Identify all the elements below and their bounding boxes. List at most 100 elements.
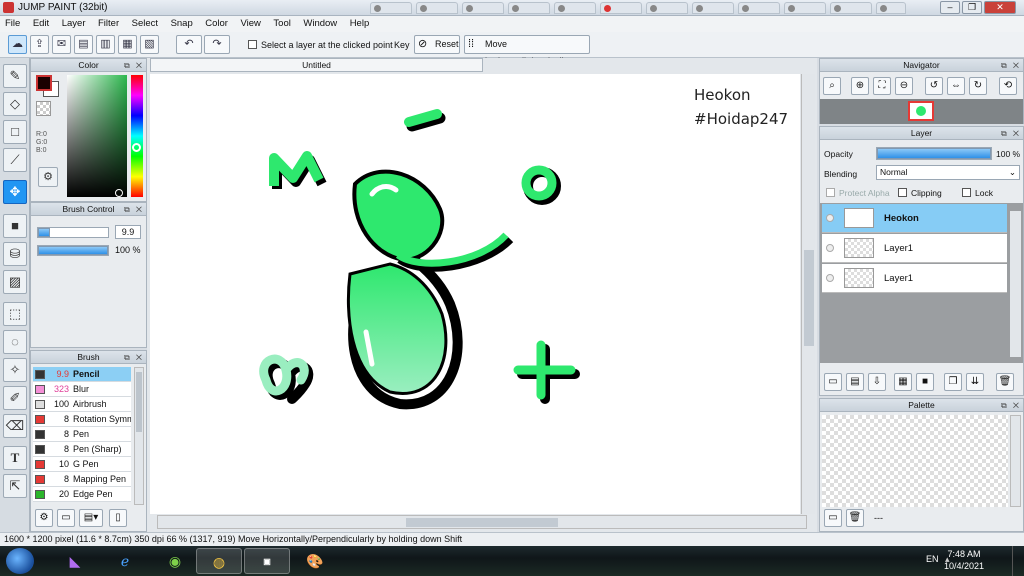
- eraser-tool-icon[interactable]: ◇: [3, 92, 27, 116]
- select-layer-option[interactable]: Select a layer at the clicked point: [248, 40, 393, 50]
- protect-alpha-option[interactable]: Protect Alpha: [826, 188, 890, 198]
- magic-wand-tool-icon[interactable]: ✧: [3, 358, 27, 382]
- menu-help[interactable]: Help: [345, 16, 375, 29]
- menu-window[interactable]: Window: [298, 16, 342, 29]
- background-tab[interactable]: [416, 2, 458, 14]
- message-icon[interactable]: ▤: [74, 35, 93, 54]
- layer-row[interactable]: Heokon: [822, 204, 1007, 233]
- menu-edit[interactable]: Edit: [28, 16, 54, 29]
- navigator-preview[interactable]: [820, 99, 1023, 124]
- menu-snap[interactable]: Snap: [166, 16, 198, 29]
- primary-color-swatch[interactable]: [36, 75, 52, 91]
- gradient-tool-icon[interactable]: ▨: [3, 270, 27, 294]
- zoom-icon[interactable]: ⌕: [823, 77, 841, 95]
- drawing-canvas[interactable]: Heokon #Hoidap247: [150, 74, 800, 514]
- document-icon[interactable]: ▥: [96, 35, 115, 54]
- brush-size-value[interactable]: 9.9: [115, 225, 141, 239]
- color-cursor[interactable]: [115, 189, 123, 197]
- brush-item[interactable]: 8 Pen (Sharp): [33, 442, 131, 457]
- menu-file[interactable]: File: [0, 16, 25, 29]
- tone-layer-icon[interactable]: ▦: [894, 373, 912, 391]
- rectangle-tool-icon[interactable]: □: [3, 120, 27, 144]
- brush-item[interactable]: 8 Pen: [33, 427, 131, 442]
- zoom-in-icon[interactable]: ⊕: [851, 77, 869, 95]
- operation-tool-icon[interactable]: ⇱: [3, 474, 27, 498]
- brush-opacity-slider[interactable]: [37, 245, 109, 256]
- paint-palette-icon[interactable]: 🎨: [292, 548, 338, 574]
- brush-settings-icon[interactable]: ⚙: [35, 509, 53, 527]
- visual-studio-icon[interactable]: ◣: [52, 548, 98, 574]
- brush-item[interactable]: 9.9 Pencil: [33, 367, 131, 382]
- background-tab[interactable]: [830, 2, 872, 14]
- menu-layer[interactable]: Layer: [57, 16, 91, 29]
- menu-filter[interactable]: Filter: [93, 16, 124, 29]
- brush-menu-icon[interactable]: ▤▾: [79, 509, 103, 527]
- panel-controls-icon[interactable]: ⧉ ✕: [124, 60, 144, 72]
- background-tab[interactable]: [554, 2, 596, 14]
- move-toggle-button[interactable]: ⁞⁞Move horizontally/vertically: [464, 35, 590, 66]
- zoom-out-icon[interactable]: ⊖: [895, 77, 913, 95]
- panel-controls-icon[interactable]: ⧉ ✕: [124, 204, 144, 216]
- flip-icon[interactable]: ⇔: [947, 77, 965, 95]
- clipping-checkbox[interactable]: [898, 188, 907, 197]
- select-pen-tool-icon[interactable]: ✐: [3, 386, 27, 410]
- horizontal-scrollbar-thumb[interactable]: [406, 518, 558, 527]
- visibility-icon[interactable]: [826, 274, 834, 282]
- background-tab[interactable]: [692, 2, 734, 14]
- brush-size-slider[interactable]: [37, 227, 109, 238]
- fill-rect-tool-icon[interactable]: ■: [3, 214, 27, 238]
- brush-item[interactable]: 8 Mapping Pen: [33, 472, 131, 487]
- palette-swatch-area[interactable]: [822, 415, 1008, 507]
- select-layer-checkbox[interactable]: [248, 40, 257, 49]
- vertical-scrollbar-thumb[interactable]: [804, 250, 814, 346]
- new-palette-icon[interactable]: ▭: [824, 509, 842, 527]
- background-tab[interactable]: [646, 2, 688, 14]
- minimize-button[interactable]: –: [940, 1, 960, 14]
- chrome-icon[interactable]: ◍: [196, 548, 242, 574]
- merge-layer-icon[interactable]: ⇊: [966, 373, 984, 391]
- text-tool-icon[interactable]: T: [3, 446, 27, 470]
- language-indicator[interactable]: EN: [926, 554, 939, 564]
- layer-opacity-slider[interactable]: [876, 147, 992, 160]
- settings-grid-icon[interactable]: ▧: [140, 35, 159, 54]
- restore-button[interactable]: ❐: [962, 1, 982, 14]
- fit-icon[interactable]: ⛶: [873, 77, 891, 95]
- document-tab[interactable]: Untitled: [150, 58, 483, 72]
- background-tab[interactable]: [600, 2, 642, 14]
- delete-palette-icon[interactable]: 🗑: [846, 509, 864, 527]
- new-brush-icon[interactable]: ▭: [57, 509, 75, 527]
- color-picker-icon[interactable]: ⚙: [38, 167, 58, 187]
- background-tab[interactable]: [462, 2, 504, 14]
- vertical-scrollbar[interactable]: [801, 74, 815, 514]
- select-rect-tool-icon[interactable]: ⬚: [3, 302, 27, 326]
- panel-controls-icon[interactable]: ⧉ ✕: [1001, 128, 1021, 140]
- share-icon[interactable]: ⇪: [30, 35, 49, 54]
- show-desktop-button[interactable]: [1012, 546, 1024, 576]
- undo-button[interactable]: ↶: [176, 35, 202, 54]
- bucket-tool-icon[interactable]: ⛁: [3, 242, 27, 266]
- brush-item[interactable]: 323 Blur: [33, 382, 131, 397]
- select-eraser-tool-icon[interactable]: ⌫: [3, 414, 27, 438]
- new-layer-icon[interactable]: ▭: [824, 373, 842, 391]
- palette-menu[interactable]: ---: [874, 513, 883, 523]
- move-tool-icon[interactable]: ✥: [3, 180, 27, 204]
- menu-tool[interactable]: Tool: [268, 16, 295, 29]
- transparent-color-swatch[interactable]: [36, 101, 51, 116]
- brush-list-scrollbar[interactable]: [134, 367, 144, 505]
- utorrent-icon[interactable]: ◉: [152, 548, 198, 574]
- brush-item[interactable]: 8 Rotation Symm: [33, 412, 131, 427]
- panel-controls-icon[interactable]: ⧉ ✕: [1001, 400, 1021, 412]
- close-button[interactable]: ✕: [984, 1, 1016, 14]
- layer-list-scrollbar[interactable]: [1010, 211, 1021, 357]
- rotate-left-icon[interactable]: ↺: [925, 77, 943, 95]
- menu-select[interactable]: Select: [127, 16, 163, 29]
- start-button[interactable]: [6, 548, 34, 574]
- import-icon[interactable]: ⇩: [868, 373, 886, 391]
- line-tool-icon[interactable]: ⟋: [3, 148, 27, 172]
- color-saturation-field[interactable]: [67, 75, 127, 197]
- reset-button[interactable]: ⊘ Reset: [414, 35, 460, 54]
- comment-icon[interactable]: ✉: [52, 35, 71, 54]
- hue-slider-handle[interactable]: [132, 143, 141, 152]
- protect-alpha-checkbox[interactable]: [826, 188, 835, 197]
- brush-item[interactable]: 10 G Pen: [33, 457, 131, 472]
